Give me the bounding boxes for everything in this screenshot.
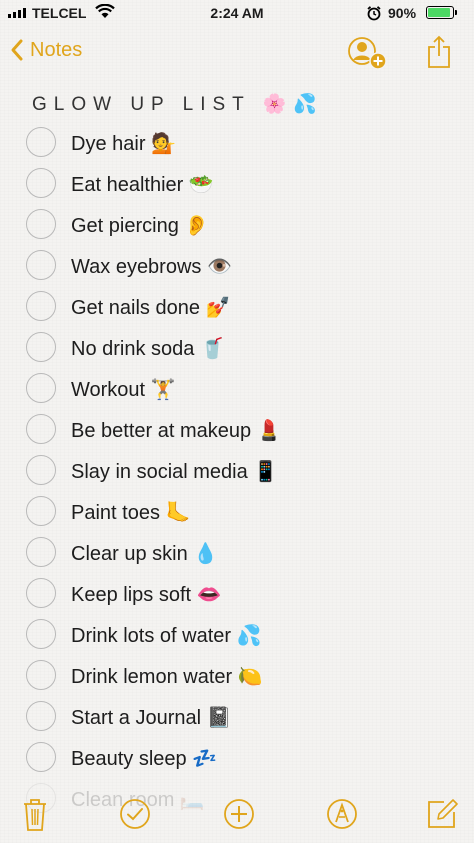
checklist-item: Start a Journal 📓: [0, 696, 474, 737]
checklist-item: Keep lips soft 👄: [0, 573, 474, 614]
checklist-icon: [120, 799, 150, 829]
checklist-item: Get nails done 💅: [0, 286, 474, 327]
checklist-item-text[interactable]: Get piercing 👂: [71, 213, 209, 238]
checklist-item-text[interactable]: Workout 🏋️: [71, 377, 176, 402]
checklist-item-text[interactable]: Dye hair 💁: [71, 131, 176, 156]
add-button[interactable]: [223, 798, 255, 835]
back-button[interactable]: Notes: [10, 38, 82, 62]
checkbox[interactable]: [26, 250, 56, 280]
checklist-button[interactable]: [119, 798, 151, 835]
checklist-item: Drink lemon water 🍋: [0, 655, 474, 696]
checklist-item: Get piercing 👂: [0, 204, 474, 245]
checklist-item-text[interactable]: Beauty sleep 💤: [71, 746, 217, 771]
delete-button[interactable]: [22, 798, 48, 837]
checkbox[interactable]: [26, 455, 56, 485]
checklist-item-text[interactable]: Slay in social media 📱: [71, 459, 278, 484]
checkbox[interactable]: [26, 701, 56, 731]
checklist-item: Paint toes 🦶: [0, 491, 474, 532]
checklist-item: Workout 🏋️: [0, 368, 474, 409]
checkbox[interactable]: [26, 414, 56, 444]
compose-icon: [428, 799, 458, 828]
checkbox[interactable]: [26, 578, 56, 608]
checkbox[interactable]: [26, 496, 56, 526]
checkbox[interactable]: [26, 209, 56, 239]
checklist-item: Slay in social media 📱: [0, 450, 474, 491]
checklist-item: Wax eyebrows 👁️: [0, 245, 474, 286]
checklist-item-text[interactable]: Drink lemon water 🍋: [71, 664, 263, 689]
checkbox[interactable]: [26, 168, 56, 198]
compose-button[interactable]: [426, 798, 458, 835]
checklist-item-text[interactable]: Paint toes 🦶: [71, 500, 190, 525]
battery-icon: [426, 6, 454, 19]
checklist-item: Beauty sleep 💤: [0, 737, 474, 778]
status-bar: TELCEL 2:24 AM 90%: [0, 0, 474, 26]
trash-icon: [24, 799, 46, 831]
checklist-item: Drink lots of water 💦: [0, 614, 474, 655]
checklist-item: Dye hair 💁: [0, 122, 474, 163]
checkbox[interactable]: [26, 619, 56, 649]
checklist-item-text[interactable]: Wax eyebrows 👁️: [71, 254, 232, 279]
checklist-item-text[interactable]: Be better at makeup 💄: [71, 418, 282, 443]
add-people-button[interactable]: [347, 36, 391, 77]
checklist-item-text[interactable]: Eat healthier 🥗: [71, 172, 214, 197]
checklist-item: Clear up skin 💧: [0, 532, 474, 573]
checklist-item-text[interactable]: No drink soda 🥤: [71, 336, 225, 361]
checklist-item-text[interactable]: Keep lips soft 👄: [71, 582, 222, 607]
markup-button[interactable]: [326, 798, 358, 835]
bottom-toolbar: [0, 790, 474, 843]
share-button[interactable]: [426, 35, 452, 74]
checklist-item-text[interactable]: Clear up skin 💧: [71, 541, 218, 566]
checkbox[interactable]: [26, 127, 56, 157]
checkbox[interactable]: [26, 332, 56, 362]
share-icon: [428, 35, 450, 68]
chevron-left-icon: [11, 39, 23, 61]
checkbox[interactable]: [26, 373, 56, 403]
checkbox[interactable]: [26, 291, 56, 321]
note-title[interactable]: GLOW UP LIST 🌸💦: [32, 92, 324, 116]
checklist-item: Eat healthier 🥗: [0, 163, 474, 204]
checklist-item-text[interactable]: Drink lots of water 💦: [71, 623, 262, 648]
checkbox[interactable]: [26, 537, 56, 567]
add-icon: [224, 799, 254, 829]
add-people-icon: [348, 37, 387, 70]
alarm-icon: [366, 5, 382, 24]
checklist-item: Be better at makeup 💄: [0, 409, 474, 450]
checklist-item-text[interactable]: Get nails done 💅: [71, 295, 230, 320]
markup-icon: [327, 799, 357, 829]
battery-tip: [455, 10, 457, 15]
checkbox[interactable]: [26, 660, 56, 690]
checklist-item: No drink soda 🥤: [0, 327, 474, 368]
nav-bar: Notes: [0, 30, 474, 76]
checkbox[interactable]: [26, 742, 56, 772]
back-label: Notes: [30, 38, 83, 61]
battery-percent: 90%: [388, 5, 417, 21]
checklist-item-text[interactable]: Start a Journal 📓: [71, 705, 232, 730]
